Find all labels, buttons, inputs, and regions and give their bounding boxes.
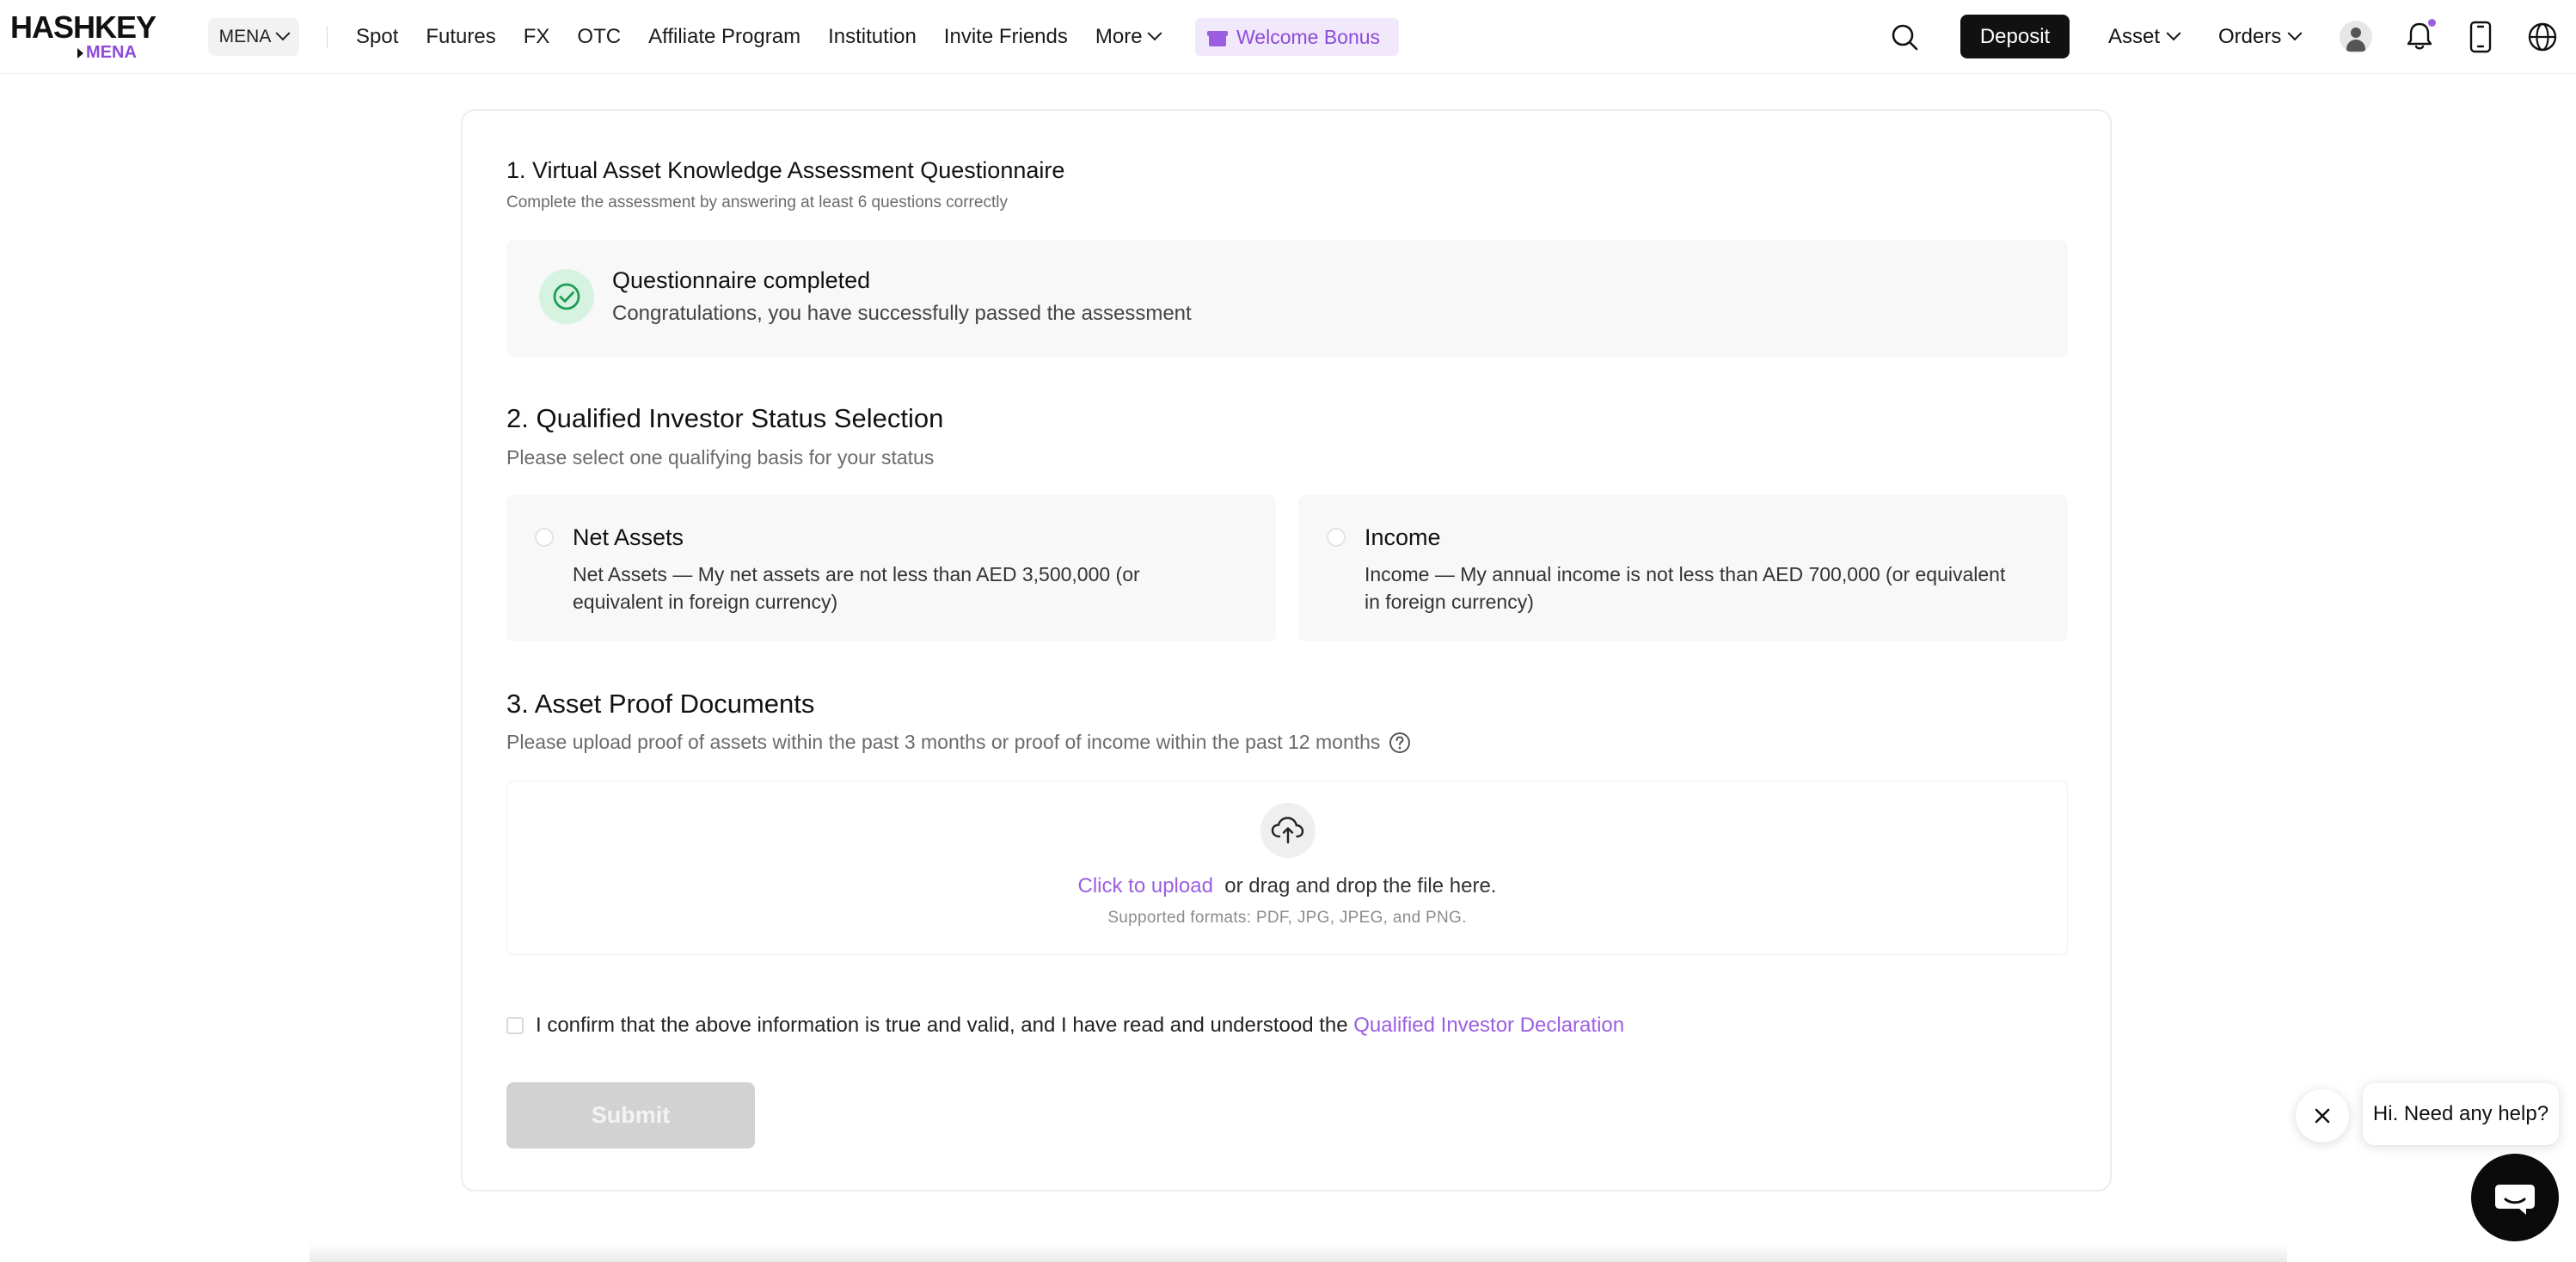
questionnaire-status-text: Congratulations, you have successfully p… [612,302,1192,325]
help-icon[interactable] [1389,732,1411,754]
option-description: Income — My annual income is not less th… [1365,563,2006,613]
chevron-down-icon [1147,26,1162,41]
logo-region-tag: MENA [77,43,137,62]
nav-more[interactable]: More [1095,25,1162,49]
chevron-down-icon [2166,26,2181,41]
confirmation-row: I confirm that the above information is … [506,1014,1624,1038]
questionnaire-status-box: Questionnaire completed Congratulations,… [506,240,2068,357]
nav-spot[interactable]: Spot [356,25,398,49]
option-description: Net Assets — My net assets are not less … [573,563,1140,613]
gift-icon [1207,28,1228,46]
section3-subtitle: Please upload proof of assets within the… [506,731,1381,753]
file-upload-dropzone[interactable]: Click to upload or drag and drop the fil… [506,781,2068,955]
footer-shadow [310,1243,2287,1262]
confirmation-text: I confirm that the above information is … [536,1014,1624,1038]
orders-menu[interactable]: Orders [2218,0,2303,74]
phone-icon[interactable] [2469,21,2492,53]
drag-drop-text: or drag and drop the file here. [1224,874,1497,897]
nav-fx[interactable]: FX [524,25,550,49]
option-title: Net Assets [573,524,684,550]
income-radio[interactable] [1327,528,1346,547]
upload-instruction: Click to upload or drag and drop the fil… [507,874,2067,898]
option-income[interactable]: Income Income — My annual income is not … [1298,495,2068,641]
check-circle-icon [539,269,594,324]
option-title: Income [1365,524,1441,550]
nav-invite-friends[interactable]: Invite Friends [944,25,1068,49]
deposit-button[interactable]: Deposit [1960,15,2070,58]
globe-icon[interactable] [2526,21,2559,53]
asset-menu[interactable]: Asset [2108,0,2181,74]
notification-dot [2428,19,2436,27]
nav-futures[interactable]: Futures [426,25,495,49]
section1-title: 1. Virtual Asset Knowledge Assessment Qu… [506,157,1065,183]
submit-button[interactable]: Submit [506,1082,755,1149]
close-icon [2315,1108,2330,1124]
supported-formats-text: Supported formats: PDF, JPG, JPEG, and P… [1107,909,1467,927]
nav-institution[interactable]: Institution [828,25,917,49]
chat-launcher-button[interactable] [2471,1154,2559,1241]
top-navigation-bar: HASHKEY MENA MENA Spot Futures FX OTC Af… [0,0,2576,74]
net-assets-radio[interactable] [535,528,554,547]
nav-more-label: More [1095,25,1143,48]
chevron-down-icon [275,26,291,41]
section2-subtitle: Please select one qualifying basis for y… [506,446,935,469]
welcome-bonus-label: Welcome Bonus [1236,25,1381,48]
qualified-investor-declaration-link[interactable]: Qualified Investor Declaration [1353,1014,1624,1037]
chat-icon [2495,1185,2535,1215]
qualified-investor-form-card: 1. Virtual Asset Knowledge Assessment Qu… [461,109,2112,1192]
orders-menu-label: Orders [2218,25,2282,48]
confirmation-statement: I confirm that the above information is … [536,1014,1348,1037]
asset-menu-label: Asset [2108,25,2161,48]
questionnaire-status-title: Questionnaire completed [612,267,871,293]
section3-title: 3. Asset Proof Documents [506,689,815,719]
main-nav: Spot Futures FX OTC Affiliate Program In… [356,0,1187,74]
cloud-upload-icon [1260,803,1316,858]
search-icon[interactable] [1890,22,1919,52]
region-label: MENA [218,27,272,46]
chevron-down-icon [2287,26,2303,41]
welcome-bonus-button[interactable]: Welcome Bonus [1195,18,1399,56]
nav-divider [327,26,328,48]
logo-wordmark: HASHKEY [10,9,156,45]
region-selector[interactable]: MENA [208,18,299,56]
chat-close-button[interactable] [2296,1089,2349,1143]
section2-title: 2. Qualified Investor Status Selection [506,403,944,433]
nav-affiliate-program[interactable]: Affiliate Program [648,25,800,49]
hashkey-logo[interactable]: HASHKEY MENA [10,9,156,63]
click-to-upload-link[interactable]: Click to upload [1078,874,1213,897]
chat-greeting-bubble[interactable]: Hi. Need any help? [2363,1083,2559,1145]
section1-subtitle: Complete the assessment by answering at … [506,193,1008,211]
user-avatar-icon[interactable] [2340,21,2372,53]
section3-subtitle-row: Please upload proof of assets within the… [506,731,1411,754]
option-net-assets[interactable]: Net Assets Net Assets — My net assets ar… [506,495,1276,641]
nav-otc[interactable]: OTC [577,25,621,49]
confirm-checkbox[interactable] [506,1017,524,1034]
